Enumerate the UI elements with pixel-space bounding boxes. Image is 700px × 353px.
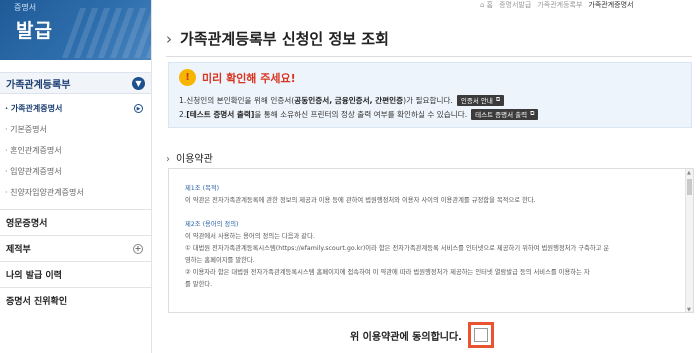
- notice-heading: 미리 확인해 주세요!: [202, 71, 296, 85]
- notice-line-1: 1.신청인의 본인확인을 위해 인증서(공동인증서, 금융인증서, 간편인증)가…: [179, 93, 681, 107]
- sidebar-item-marriage-cert[interactable]: · 혼인관계증명서: [0, 140, 151, 161]
- sidebar-item-label: 증명서 진위확인: [6, 297, 68, 307]
- terms-agree-highlight: [467, 322, 494, 348]
- terms-scroll-box[interactable]: 제1조 (목적) 이 약관은 전자가족관계등록에 관한 정보의 제공과 이용 등…: [168, 168, 694, 313]
- scroll-down-icon[interactable]: ▼: [687, 307, 691, 312]
- terms-scrollbar[interactable]: ▲ ▼: [685, 169, 693, 312]
- certificate-guide-button[interactable]: 인증서 안내 ⧉: [456, 94, 505, 106]
- page-title-wrap: › 가족관계등록부 신청인 정보 조회: [166, 28, 389, 49]
- sidebar-item-family-relation-cert[interactable]: · 가족관계증명서 ▶: [0, 98, 151, 119]
- terms-article-text: 이 약관은 전자가족관계등록에 관한 정보의 제공과 이용 등에 관하여 법원행…: [185, 197, 536, 204]
- arrow-right-circle-icon: ▶: [134, 104, 143, 113]
- sidebar: 증명서 발급 가족관계등록부 ▼ · 가족관계증명서 ▶ · 기본증명서 · 혼…: [0, 0, 152, 353]
- sidebar-item-label: 제적부: [6, 245, 31, 255]
- sidebar-item-basic-cert[interactable]: · 기본증명서: [0, 119, 151, 140]
- terms-article-text: 영하는 홈페이지를 말한다.: [185, 257, 255, 264]
- notice-line-2: 2. [테스트 증명서 출력] 을 통해 소유하신 프린터의 정상 출력 여부를 확…: [179, 107, 681, 121]
- page-title: 가족관계등록부 신청인 정보 조회: [180, 30, 389, 48]
- notice-bold-text: [테스트 증명서 출력]: [186, 109, 255, 119]
- page: 증명서 발급 가족관계등록부 ▼ · 가족관계증명서 ▶ · 기본증명서 · 혼…: [0, 0, 700, 353]
- terms-content: 제1조 (목적) 이 약관은 전자가족관계등록에 관한 정보의 제공과 이용 등…: [169, 169, 693, 291]
- sidebar-item-adoption-cert[interactable]: · 입양관계증명서: [0, 161, 151, 182]
- sidebar-item-label: · 친양자입양관계증명서: [5, 188, 84, 197]
- megaphone-icon: !: [179, 69, 196, 86]
- chevron-down-icon[interactable]: ▼: [132, 76, 145, 90]
- logo-title: 발급: [16, 20, 53, 42]
- terms-agree-row: 위 이용약관에 동의합니다.: [350, 322, 494, 348]
- button-label: 인증서 안내: [460, 97, 493, 105]
- sidebar-item-removal-register[interactable]: 제적부 +: [0, 235, 151, 261]
- chevron-right-icon: ›: [166, 154, 170, 165]
- title-divider: [166, 56, 692, 57]
- external-link-icon: ⧉: [530, 110, 535, 117]
- terms-section-title: 이용약관: [176, 154, 213, 165]
- terms-agree-label[interactable]: 위 이용약관에 동의합니다.: [350, 328, 462, 343]
- terms-article-text: 를 말한다.: [185, 281, 213, 288]
- terms-article-text: ① 대법원 전자가족관계등록시스템(https://efamily.scourt…: [185, 245, 610, 252]
- scroll-up-icon[interactable]: ▲: [687, 170, 691, 176]
- sidebar-item-label: · 가족관계증명서: [5, 104, 63, 113]
- plus-circle-icon[interactable]: +: [133, 243, 143, 254]
- sidebar-item-label: · 입양관계증명서: [5, 167, 62, 176]
- breadcrumb: ⌂ 홈 증명서발급 가족관계등록부 가족관계증명서: [480, 0, 634, 10]
- test-print-button[interactable]: 테스트 증명서 출력 ⧉: [471, 108, 539, 120]
- logo-banner[interactable]: 증명서 발급: [0, 0, 151, 60]
- notice-box: ! 미리 확인해 주세요! 1.신청인의 본인확인을 위해 인증서(공동인증서,…: [168, 62, 692, 128]
- notice-text: 2.: [179, 109, 187, 119]
- notice-text: 을 통해 소유하신 프린터의 정상 출력 여부를 확인하실 수 있습니다.: [254, 109, 468, 119]
- sidebar-item-label: 영문증명서: [6, 219, 48, 229]
- external-link-icon: ⧉: [495, 96, 501, 103]
- notice-text: )가 필요합니다.: [403, 95, 453, 105]
- terms-section-title-wrap: › 이용약관: [166, 150, 213, 165]
- terms-article-title: 제2조 (용어의 정의): [185, 221, 239, 228]
- terms-article-text: ② 이용자라 함은 대법원 전자가족관계등록시스템 홈페이지에 접속하여 이 약…: [185, 269, 590, 276]
- logo-small-text: 증명서: [14, 3, 37, 12]
- sidebar-item-label: · 혼인관계증명서: [5, 146, 62, 155]
- sidebar-item-verify[interactable]: 증명서 진위확인: [0, 287, 151, 313]
- button-label: 테스트 증명서 출력: [475, 111, 528, 119]
- notice-bold-text: 공동인증서, 금융인증서, 간편인증: [294, 95, 404, 105]
- terms-article-text: 이 약관에서 사용하는 용어의 정의는 다음과 같다.: [185, 233, 315, 240]
- sidebar-item-my-history[interactable]: 나의 발급 이력: [0, 261, 151, 287]
- sidebar-item-full-adoption-cert[interactable]: · 친양자입양관계증명서: [0, 182, 151, 203]
- notice-heading-row: ! 미리 확인해 주세요!: [179, 69, 681, 86]
- terms-article-title: 제1조 (목적): [185, 185, 220, 192]
- sidebar-menu-family-register[interactable]: 가족관계등록부 ▼: [0, 72, 151, 94]
- sidebar-submenu: · 가족관계증명서 ▶ · 기본증명서 · 혼인관계증명서 · 입양관계증명서 …: [0, 94, 151, 203]
- scrollbar-thumb[interactable]: [687, 179, 692, 195]
- sidebar-item-label: · 기본증명서: [5, 125, 47, 134]
- breadcrumb-item[interactable]: 가족관계등록부: [537, 0, 582, 10]
- sidebar-item-english-cert[interactable]: 영문증명서: [0, 209, 151, 235]
- sidebar-item-label: 나의 발급 이력: [6, 271, 62, 281]
- chevron-right-icon: ›: [166, 30, 172, 48]
- breadcrumb-home[interactable]: ⌂ 홈: [480, 0, 493, 10]
- breadcrumb-item[interactable]: 증명서발급: [499, 0, 531, 10]
- breadcrumb-current: 가족관계증명서: [588, 1, 634, 9]
- terms-agree-checkbox[interactable]: [473, 328, 488, 342]
- sidebar-menu-head-label: 가족관계등록부: [6, 79, 71, 91]
- notice-text: 1.신청인의 본인확인을 위해 인증서(: [179, 95, 295, 105]
